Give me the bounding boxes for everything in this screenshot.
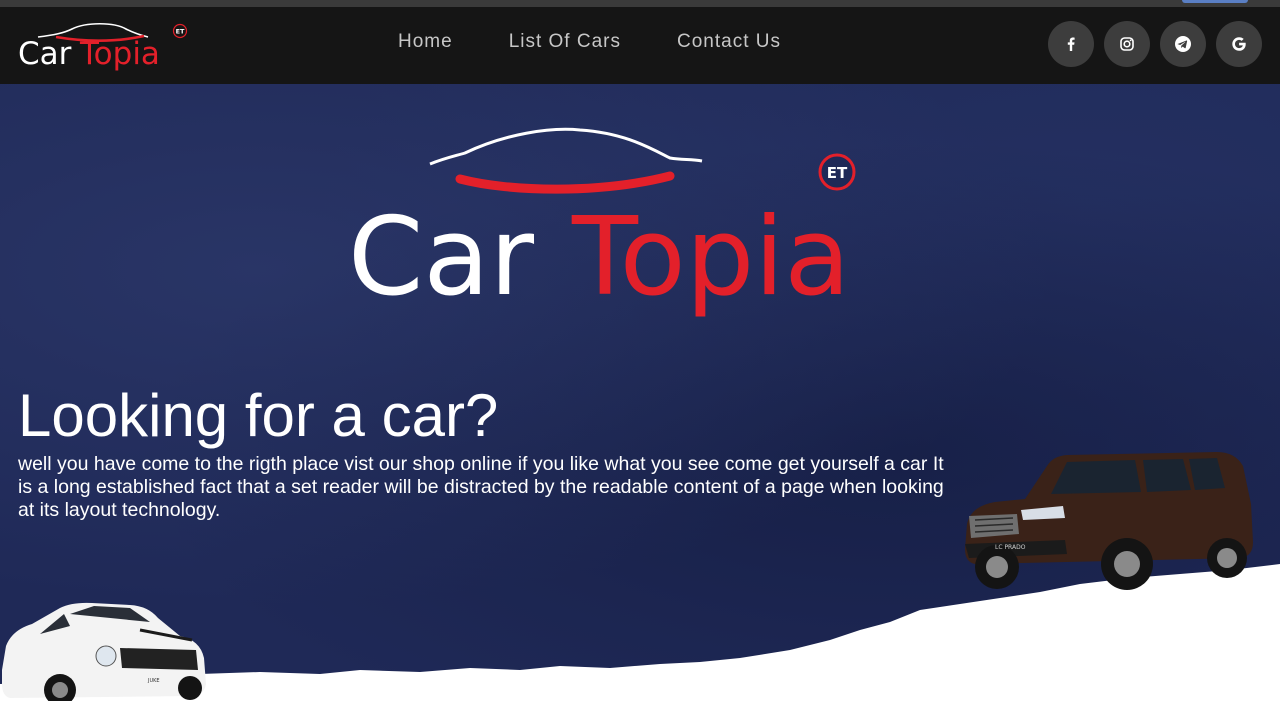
hero-brand-part2: Topia bbox=[571, 195, 850, 320]
navbar: Car Topia ET Home List Of Cars Contact U… bbox=[0, 7, 1280, 84]
main-nav: Home List Of Cars Contact Us bbox=[398, 31, 781, 53]
browser-top-strip bbox=[0, 0, 1280, 7]
instagram-button[interactable] bbox=[1104, 21, 1150, 67]
nav-list-of-cars-link[interactable]: List Of Cars bbox=[509, 31, 621, 53]
brand-badge: ET bbox=[176, 28, 185, 36]
brand-name-part1: Car bbox=[18, 36, 72, 72]
nav-contact-us-link[interactable]: Contact Us bbox=[677, 31, 781, 53]
suv-badge: LC PRADO bbox=[995, 544, 1026, 551]
social-links bbox=[1048, 21, 1262, 67]
instagram-icon bbox=[1120, 37, 1134, 51]
logo-car-outline bbox=[37, 22, 149, 38]
hatchback-badge: JUKE bbox=[147, 678, 160, 684]
hero-logo-car-swoosh bbox=[455, 171, 675, 194]
google-icon bbox=[1232, 37, 1246, 51]
hero-description: well you have come to the rigth place vi… bbox=[18, 453, 944, 521]
hero-logo: Car Topia ET bbox=[348, 127, 856, 320]
suv-car-image: LC PRADO bbox=[965, 452, 1253, 590]
facebook-icon bbox=[1067, 37, 1075, 51]
telegram-button[interactable] bbox=[1160, 21, 1206, 67]
hero-brand-part1: Car bbox=[348, 195, 535, 320]
hero-brand-badge: ET bbox=[827, 164, 848, 182]
brand-logo[interactable]: Car Topia ET bbox=[16, 15, 188, 75]
facebook-button[interactable] bbox=[1048, 21, 1094, 67]
brand-name-part2: Topia bbox=[79, 36, 160, 72]
google-button[interactable] bbox=[1216, 21, 1262, 67]
hero-headline: Looking for a car? bbox=[18, 382, 499, 449]
telegram-icon bbox=[1175, 36, 1191, 52]
hatchback-car-image: JUKE bbox=[2, 602, 206, 701]
hero-section: Car Topia ET Looking for a car? well you… bbox=[0, 84, 1280, 701]
browser-tab-indicator bbox=[1182, 0, 1248, 3]
hero-logo-car-outline bbox=[429, 127, 703, 166]
nav-home-link[interactable]: Home bbox=[398, 31, 453, 53]
